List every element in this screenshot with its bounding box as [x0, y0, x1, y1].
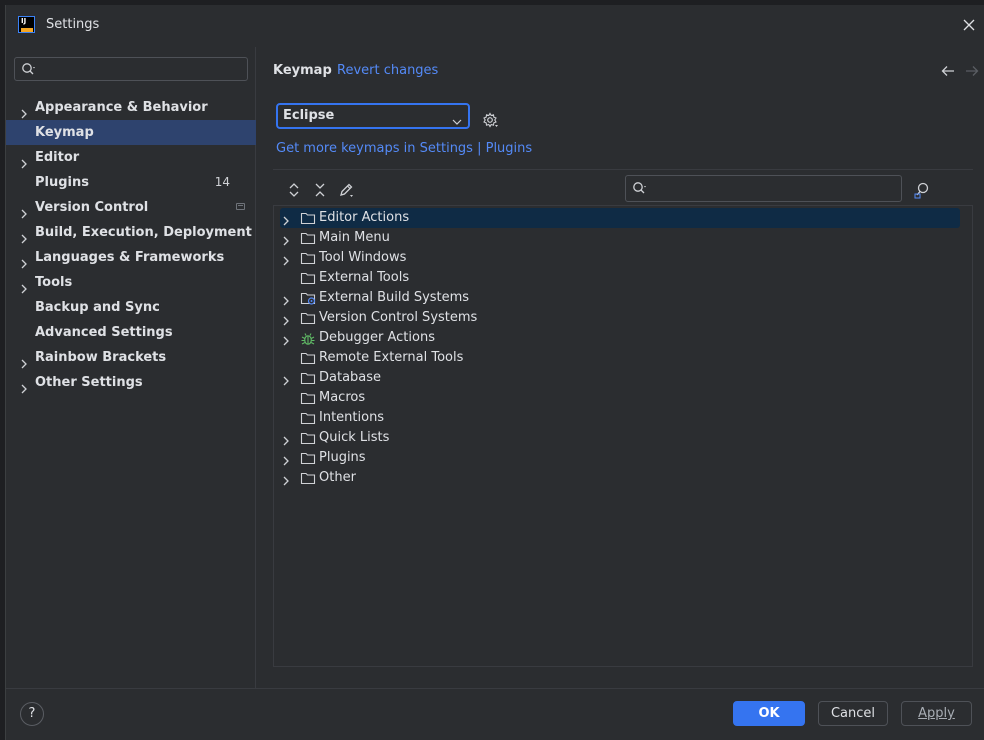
plugins-count-badge: 14 [214, 175, 230, 189]
tree-row[interactable]: Quick Lists [280, 428, 960, 448]
tree-row[interactable]: External Build Systems [280, 288, 960, 308]
tree-row[interactable]: Tool Windows [280, 248, 960, 268]
sidebar-item-other-settings[interactable]: Other Settings [6, 370, 256, 395]
ok-button[interactable]: OK [733, 701, 805, 726]
tree-row[interactable]: Debugger Actions [280, 328, 960, 348]
sidebar-item-label: Plugins [35, 175, 89, 190]
intellij-logo-icon: IJ [18, 16, 35, 33]
tree-row-label: Editor Actions [319, 210, 410, 225]
tree-row-label: External Tools [319, 270, 410, 285]
tree-row-label: Quick Lists [319, 430, 390, 445]
tree-row-label: External Build Systems [319, 290, 470, 305]
tree-row-label: Debugger Actions [319, 330, 435, 345]
tree-row[interactable]: Database [280, 368, 960, 388]
chevron-down-icon [452, 112, 462, 134]
tree-row[interactable]: External Tools [280, 268, 960, 288]
help-button[interactable]: ? [20, 702, 44, 726]
sidebar-item-label: Rainbow Brackets [35, 350, 167, 365]
plugins-link[interactable]: Plugins [486, 141, 533, 156]
keymap-dropdown-value: Eclipse [283, 108, 335, 123]
tree-row[interactable]: Other [280, 468, 960, 488]
edit-icon[interactable] [337, 181, 355, 199]
get-more-keymaps-text[interactable]: Get more keymaps in Settings | [276, 141, 486, 156]
tree-row-label: Macros [319, 390, 366, 405]
tree-row[interactable]: Remote External Tools [280, 348, 960, 368]
sidebar-item-plugins[interactable]: Plugins 14 [6, 170, 256, 195]
sidebar-item-label: Appearance & Behavior [35, 100, 208, 115]
divider [273, 169, 973, 170]
sidebar-list: Appearance & Behavior Keymap Editor Plugins… [6, 95, 256, 395]
window-title: Settings [46, 17, 100, 32]
sidebar-item-languages-frameworks[interactable]: Languages & Frameworks [6, 245, 256, 270]
tree-row-label: Tool Windows [319, 250, 407, 265]
gear-icon[interactable] [482, 112, 499, 133]
forward-arrow-icon[interactable] [965, 65, 979, 81]
sidebar-item-label: Other Settings [35, 375, 143, 390]
project-level-icon [236, 203, 245, 210]
sidebar-item-label: Editor [35, 150, 80, 165]
revert-changes-link[interactable]: Revert changes [337, 63, 438, 78]
sidebar-item-label: Backup and Sync [35, 300, 160, 315]
tree-row-label: Plugins [319, 450, 366, 465]
chevron-right-icon[interactable] [282, 473, 290, 493]
settings-sidebar: Appearance & Behavior Keymap Editor Plugins… [6, 47, 256, 688]
tree-row-label: Database [319, 370, 382, 385]
chevron-right-icon[interactable] [20, 378, 28, 403]
keymap-search-input[interactable] [625, 175, 902, 202]
settings-dialog: IJ Settings Appearance & Behavior Keymap E… [5, 5, 984, 740]
search-icon [21, 62, 37, 80]
tree-row[interactable]: Intentions [280, 408, 960, 428]
tree-row-label: Intentions [319, 410, 385, 425]
apply-button[interactable]: Apply [901, 701, 972, 726]
close-icon[interactable] [961, 17, 977, 33]
sidebar-item-editor[interactable]: Editor [6, 145, 256, 170]
folder-icon [300, 471, 316, 492]
sidebar-item-keymap[interactable]: Keymap [6, 120, 256, 145]
keymap-actions-tree: Editor Actions Main Menu Tool Windows Exter… [273, 205, 973, 667]
title-bar: IJ Settings [6, 5, 984, 47]
search-icon [632, 181, 648, 199]
tree-row[interactable]: Macros [280, 388, 960, 408]
sidebar-item-advanced-settings[interactable]: Advanced Settings [6, 320, 256, 345]
tree-row[interactable]: Editor Actions [280, 208, 960, 228]
tree-row[interactable]: Main Menu [280, 228, 960, 248]
page-title: Keymap [273, 63, 332, 78]
tree-row[interactable]: Version Control Systems [280, 308, 960, 328]
sidebar-item-label: Build, Execution, Deployment [35, 225, 252, 240]
sidebar-item-appearance-behavior[interactable]: Appearance & Behavior [6, 95, 256, 120]
tree-row-label: Version Control Systems [319, 310, 478, 325]
sidebar-item-label: Version Control [35, 200, 149, 215]
sidebar-item-label: Tools [35, 275, 73, 290]
sidebar-item-build-execution-deployment[interactable]: Build, Execution, Deployment [6, 220, 256, 245]
tree-row-label: Remote External Tools [319, 350, 464, 365]
dialog-footer: ? OK Cancel Apply [6, 688, 984, 740]
tree-row[interactable]: Plugins [280, 448, 960, 468]
tree-row-label: Other [319, 470, 356, 485]
collapse-all-icon[interactable] [311, 181, 329, 199]
sidebar-item-rainbow-brackets[interactable]: Rainbow Brackets [6, 345, 256, 370]
keymap-panel: Keymap Revert changes Eclipse Get more k… [257, 47, 984, 688]
expand-all-icon[interactable] [285, 181, 303, 199]
get-more-keymaps-link: Get more keymaps in Settings | Plugins [276, 141, 532, 156]
find-by-shortcut-icon[interactable] [914, 181, 932, 203]
sidebar-item-label: Keymap [35, 125, 94, 140]
sidebar-item-label: Advanced Settings [35, 325, 173, 340]
cancel-button[interactable]: Cancel [818, 701, 888, 726]
tree-row-label: Main Menu [319, 230, 390, 245]
sidebar-item-tools[interactable]: Tools [6, 270, 256, 295]
sidebar-item-version-control[interactable]: Version Control [6, 195, 256, 220]
back-arrow-icon[interactable] [941, 65, 955, 81]
sidebar-item-label: Languages & Frameworks [35, 250, 225, 265]
sidebar-search-input[interactable] [14, 57, 248, 81]
keymap-dropdown[interactable]: Eclipse [276, 103, 470, 129]
logo-text: IJ [21, 17, 27, 25]
sidebar-item-backup-and-sync[interactable]: Backup and Sync [6, 295, 256, 320]
